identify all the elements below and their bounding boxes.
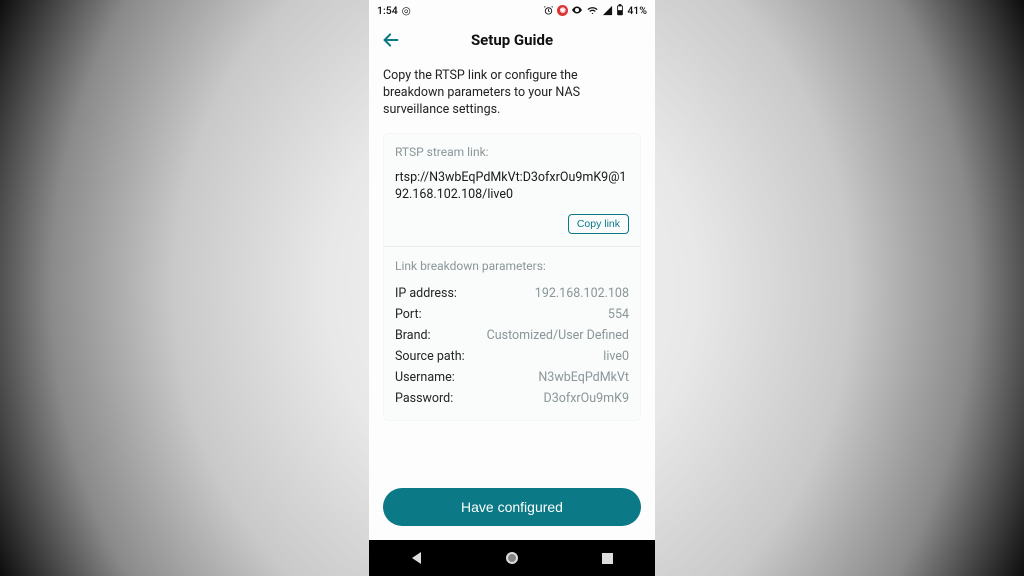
- have-configured-button[interactable]: Have configured: [383, 488, 641, 526]
- breakdown-list: IP address: 192.168.102.108 Port: 554 Brand:…: [395, 283, 629, 409]
- param-key: IP address:: [395, 286, 457, 301]
- param-row: Brand: Customized/User Defined: [395, 325, 629, 346]
- rtsp-card: RTSP stream link: rtsp://N3wbEqPdMkVt:D3…: [383, 133, 641, 421]
- param-row: Username: N3wbEqPdMkVt: [395, 367, 629, 388]
- triangle-back-icon: [412, 552, 421, 564]
- eye-icon: [571, 4, 583, 16]
- wifi-icon: [586, 5, 599, 16]
- back-button[interactable]: [377, 26, 405, 54]
- param-key: Username:: [395, 370, 455, 385]
- param-row: Password: D3ofxrOu9mK9: [395, 388, 629, 409]
- breakdown-label: Link breakdown parameters:: [395, 259, 629, 273]
- alarm-icon: [543, 5, 554, 16]
- spacer: [383, 421, 641, 476]
- content-scroll[interactable]: Copy the RTSP link or configure the brea…: [369, 60, 655, 540]
- param-row: Source path: live0: [395, 346, 629, 367]
- status-bar: 1:54 ◎ ◉ 41%: [369, 0, 655, 20]
- battery-text: 41%: [627, 4, 647, 17]
- rtsp-link-value: rtsp://N3wbEqPdMkVt:D3ofxrOu9mK9@192.168…: [395, 169, 629, 204]
- param-key: Brand:: [395, 328, 431, 343]
- param-key: Source path:: [395, 349, 465, 364]
- phone-frame: 1:54 ◎ ◉ 41%: [369, 0, 655, 576]
- nav-recents-button[interactable]: [587, 540, 627, 576]
- scope-icon: ◎: [402, 4, 411, 17]
- app-bar: Setup Guide: [369, 20, 655, 60]
- nav-home-button[interactable]: [492, 540, 532, 576]
- param-value: Customized/User Defined: [487, 328, 629, 343]
- square-recents-icon: [602, 553, 613, 564]
- signal-icon: [602, 5, 613, 16]
- param-row: IP address: 192.168.102.108: [395, 283, 629, 304]
- param-value: D3ofxrOu9mK9: [544, 391, 630, 406]
- param-value: 554: [608, 307, 629, 322]
- page-title: Setup Guide: [369, 31, 655, 49]
- battery-icon: [616, 4, 624, 16]
- param-value: 192.168.102.108: [535, 286, 629, 301]
- copy-link-button[interactable]: Copy link: [568, 214, 629, 234]
- param-key: Password:: [395, 391, 453, 406]
- param-key: Port:: [395, 307, 422, 322]
- record-icon: ◉: [557, 5, 568, 16]
- intro-text: Copy the RTSP link or configure the brea…: [383, 68, 641, 119]
- param-value: live0: [603, 349, 629, 364]
- param-value: N3wbEqPdMkVt: [538, 370, 629, 385]
- android-nav-bar: [369, 540, 655, 576]
- app-stage: 1:54 ◎ ◉ 41%: [0, 0, 1024, 576]
- card-divider: [383, 246, 641, 247]
- param-row: Port: 554: [395, 304, 629, 325]
- nav-back-button[interactable]: [397, 540, 437, 576]
- circle-home-icon: [506, 552, 518, 564]
- rtsp-label: RTSP stream link:: [395, 145, 629, 159]
- status-time: 1:54: [377, 4, 398, 17]
